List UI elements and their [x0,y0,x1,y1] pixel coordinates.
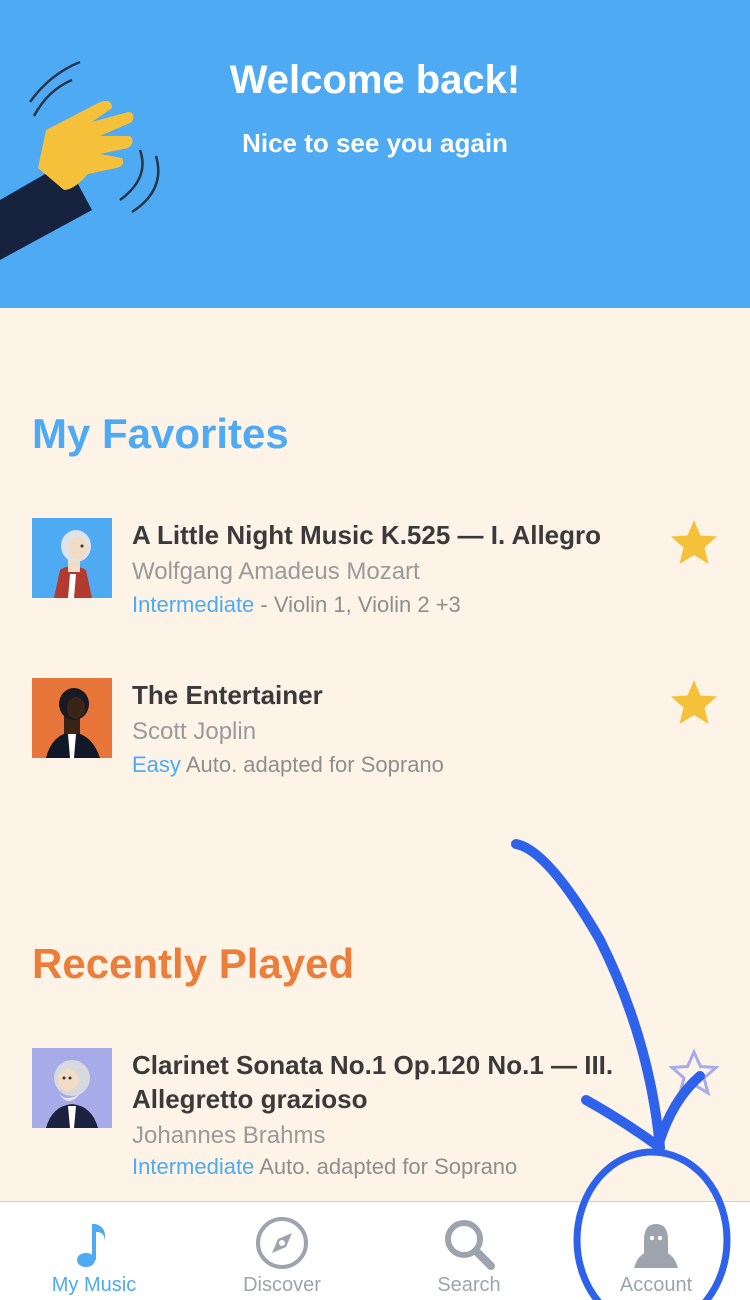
song-composer: Wolfgang Amadeus Mozart [132,558,420,585]
welcome-header: Welcome back! Nice to see you again [0,0,750,308]
song-composer: Johannes Brahms [132,1122,326,1149]
song-meta: Intermediate - Violin 1, Violin 2 +3 [132,592,461,618]
recent-item[interactable]: Clarinet Sonata No.1 Op.120 No.1 — III. … [0,1048,750,1188]
song-title: Clarinet Sonata No.1 Op.120 No.1 — III. … [132,1050,614,1114]
search-icon [439,1214,499,1274]
difficulty-level: Easy [132,752,181,777]
difficulty-level: Intermediate [132,592,255,617]
recently-played-heading: Recently Played [32,940,355,987]
tab-my-music[interactable]: My Music [0,1202,188,1300]
song-title: The Entertainer [132,680,323,710]
compass-icon [252,1214,312,1274]
tab-account[interactable]: Account [562,1202,750,1300]
song-composer: Scott Joplin [132,718,257,745]
composer-portrait-mozart [32,518,112,598]
favorites-heading: My Favorites [32,410,289,457]
tab-label: Discover [243,1274,321,1296]
unfavorite-star-icon[interactable] [668,1048,720,1098]
account-icon [626,1214,686,1274]
difficulty-level: Intermediate [132,1154,255,1179]
song-meta: Easy Auto. adapted for Soprano [132,752,444,778]
welcome-subtitle: Nice to see you again [242,128,508,158]
favorite-star-icon[interactable] [668,678,720,728]
favorite-item[interactable]: The Entertainer Scott Joplin Easy Auto. … [0,678,750,778]
music-note-icon [64,1214,124,1274]
tab-search[interactable]: Search [375,1202,563,1300]
composer-portrait-joplin [32,678,112,758]
tab-label: My Music [51,1274,137,1296]
tab-label: Account [619,1274,693,1296]
song-instruments: - Violin 1, Violin 2 +3 [254,592,461,617]
song-meta: Intermediate Auto. adapted for Soprano [132,1154,517,1180]
song-instruments: Auto. adapted for Soprano [180,752,444,777]
welcome-title: Welcome back! [229,58,521,102]
favorite-item[interactable]: A Little Night Music K.525 — I. Allegro … [0,518,750,618]
tab-discover[interactable]: Discover [188,1202,376,1300]
favorite-star-icon[interactable] [668,518,720,568]
tab-label: Search [437,1274,501,1296]
song-title: A Little Night Music K.525 — I. Allegro [132,520,602,550]
tab-bar: My Music Discover Search Account [0,1201,750,1300]
composer-portrait-brahms [32,1048,112,1128]
song-instruments: Auto. adapted for Soprano [254,1154,518,1179]
